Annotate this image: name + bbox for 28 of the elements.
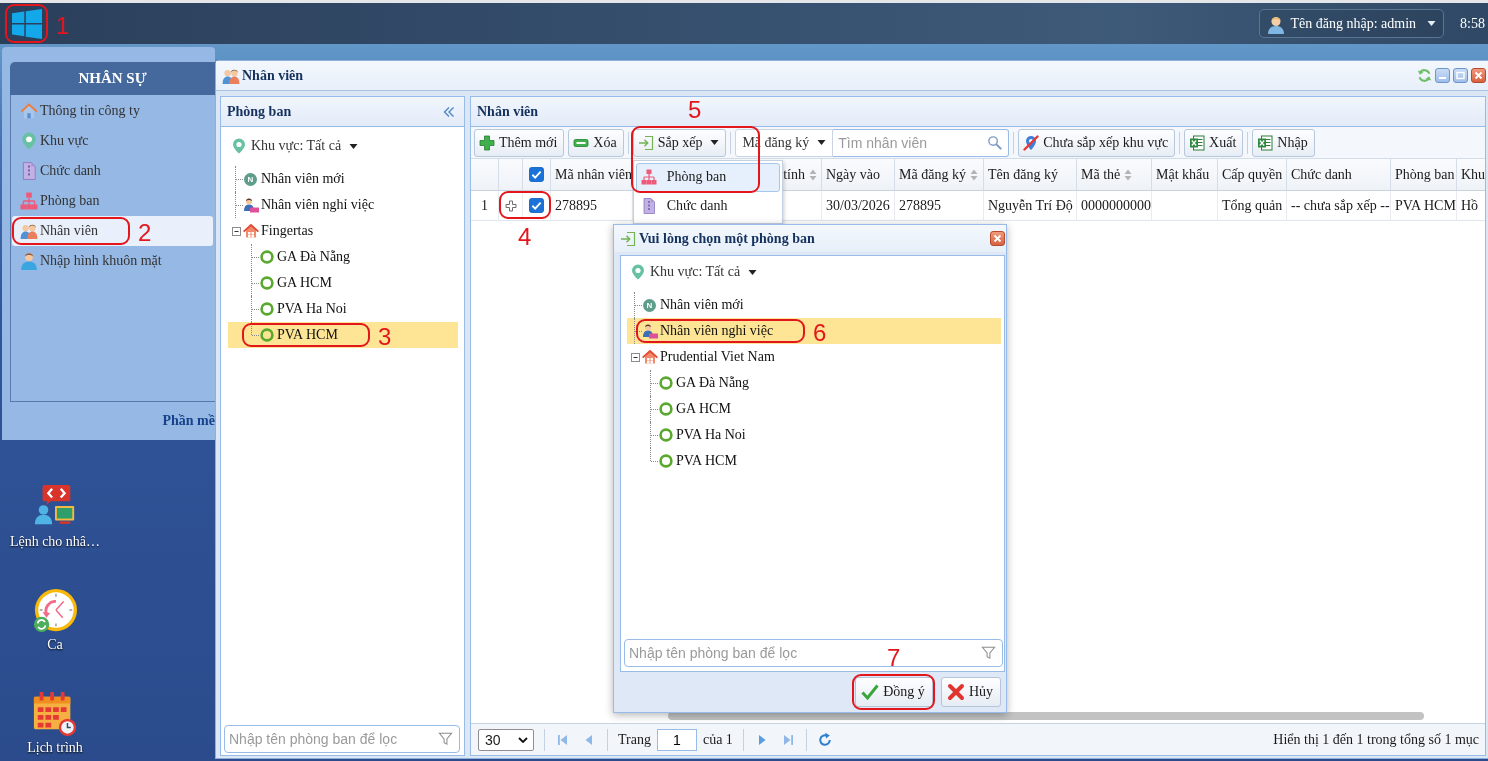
window-title: Nhân viên	[242, 67, 304, 84]
table-cell: Tổng quản	[1218, 191, 1287, 221]
table-cell: PVA HCM	[1391, 191, 1457, 221]
table-cell: 278895	[551, 191, 633, 221]
page-label: Trang	[618, 731, 651, 748]
table-cell: Nguyễn Trí Độ	[984, 191, 1077, 221]
menu-footer-text: Phần mề	[161, 413, 215, 429]
row-number: 1	[471, 191, 499, 221]
table-cell: 278895	[895, 191, 984, 221]
callout-number: 5	[688, 97, 702, 123]
panel-title: Nhân viên	[477, 103, 539, 120]
panel-title: Phòng ban	[227, 103, 292, 120]
callout-number: 2	[138, 220, 152, 246]
table-cell: 30/03/2026	[822, 191, 895, 221]
clock: 8:58	[1460, 15, 1485, 32]
table-cell: 0000000000	[1077, 191, 1152, 221]
paging-summary: Hiển thị 1 đến 1 trong tổng số 1 mục	[1273, 731, 1479, 748]
letter-badge: N	[244, 172, 257, 186]
callout-number: 3	[378, 324, 392, 350]
table-cell: -- chưa sắp xếp --	[1287, 191, 1391, 221]
dialog-title: Vui lòng chọn một phòng ban	[639, 230, 815, 247]
callout-number: 4	[518, 224, 532, 250]
page-count-label: của 1	[702, 731, 733, 748]
letter-badge: N	[643, 298, 656, 312]
callout-number: 1	[56, 13, 70, 39]
menu-header: NHÂN SỰ	[10, 62, 215, 95]
table-cell: Hồ	[1457, 191, 1485, 221]
callout-number: 6	[813, 320, 827, 346]
